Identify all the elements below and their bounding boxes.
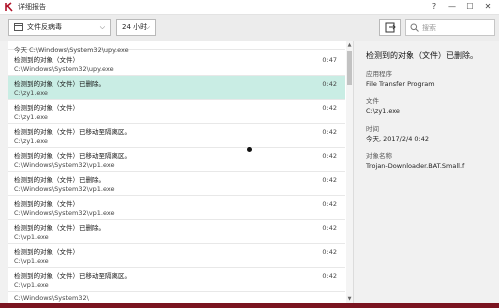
event-path: C:\Windows\System32\ <box>14 294 89 302</box>
scroll-up-icon[interactable]: ▲ <box>346 41 353 49</box>
event-list[interactable]: 今天 C:\Windows\System32\upy.exe 检测到的对象（文件… <box>8 41 354 303</box>
event-time: 0:42 <box>322 200 337 208</box>
detail-title: 检测到的对象（文件）已删除。 <box>366 51 478 60</box>
help-button[interactable]: ? <box>425 0 443 14</box>
event-row[interactable]: C:\Windows\System32\ <box>8 292 345 303</box>
event-row[interactable]: 检测到的对象（文件） C:\vp1.exe 0:42 <box>8 244 345 268</box>
event-title: 检测到的对象（文件） <box>14 200 79 208</box>
event-time: 0:47 <box>322 56 337 64</box>
event-path: C:\zy1.exe <box>14 89 48 97</box>
event-time: 0:42 <box>322 152 337 160</box>
event-row[interactable]: 检测到的对象（文件）已删除。 C:\Windows\System32\vp1.e… <box>8 172 345 196</box>
kaspersky-logo-icon <box>4 2 14 12</box>
event-row[interactable]: 检测到的对象（文件） C:\zy1.exe 0:42 <box>8 100 345 124</box>
close-button[interactable]: ✕ <box>479 0 497 14</box>
search-icon <box>410 23 419 32</box>
report-window: 详细报告 ? — ☐ ✕ 文件反病毒 ⌵ 24 小时 ⌵ 搜索 今天 C:\Wi… <box>0 0 499 303</box>
scroll-down-icon[interactable]: ▼ <box>346 295 353 303</box>
event-row[interactable]: 今天 C:\Windows\System32\upy.exe <box>8 41 345 54</box>
event-row[interactable]: 检测到的对象（文件）已移动至隔离区。 C:\Windows\System32\v… <box>8 148 345 172</box>
event-path: C:\Windows\System32\vp1.exe <box>14 161 115 169</box>
event-path: C:\zy1.exe <box>14 137 48 145</box>
list-scrollbar[interactable]: ▲ ▼ <box>346 41 353 303</box>
event-title: 检测到的对象（文件） <box>14 104 79 112</box>
maximize-button[interactable]: ☐ <box>461 0 479 14</box>
event-path: C:\Windows\System32\vp1.exe <box>14 185 115 193</box>
event-time: 0:42 <box>322 272 337 280</box>
event-row[interactable]: 检测到的对象（文件）已移动至隔离区。 C:\zy1.exe 0:42 <box>8 124 345 148</box>
event-row[interactable]: 检测到的对象（文件）已移动至隔离区。 C:\vp1.exe 0:42 <box>8 268 345 292</box>
event-path: C:\vp1.exe <box>14 233 49 241</box>
event-title: 检测到的对象（文件）已移动至隔离区。 <box>14 272 131 280</box>
period-dropdown[interactable]: 24 小时 ⌵ <box>116 19 156 36</box>
folder-icon <box>14 23 23 31</box>
event-title: 检测到的对象（文件）已删除。 <box>14 176 105 184</box>
detail-value-application: File Transfer Program <box>366 80 435 88</box>
event-row[interactable]: 检测到的对象（文件）已删除。 C:\vp1.exe 0:42 <box>8 220 345 244</box>
detail-label-time: 时间 <box>366 125 379 133</box>
event-path: C:\Windows\System32\upy.exe <box>14 65 114 73</box>
detail-label-file: 文件 <box>366 97 379 105</box>
detail-value-file: C:\zy1.exe <box>366 107 400 115</box>
event-title: 检测到的对象（文件）已删除。 <box>14 80 105 88</box>
detail-value-time: 今天, 2017/2/4 0:42 <box>366 135 429 143</box>
event-row[interactable]: 检测到的对象（文件） C:\Windows\System32\upy.exe 0… <box>8 52 345 76</box>
search-box[interactable] <box>405 19 495 36</box>
event-path: C:\vp1.exe <box>14 281 49 289</box>
scroll-thumb[interactable] <box>347 51 352 85</box>
detail-label-application: 应用程序 <box>366 70 392 78</box>
event-time: 0:42 <box>322 224 337 232</box>
component-filter-dropdown[interactable]: 文件反病毒 ⌵ <box>8 19 111 36</box>
event-time: 0:42 <box>322 248 337 256</box>
export-button[interactable] <box>379 19 401 36</box>
event-title: 检测到的对象（文件）已删除。 <box>14 224 105 232</box>
export-icon <box>385 22 396 33</box>
event-title: 检测到的对象（文件）已移动至隔离区。 <box>14 128 131 136</box>
event-path: C:\zy1.exe <box>14 113 48 121</box>
detail-value-object-name: Trojan-Downloader.BAT.Small.f <box>366 162 465 170</box>
component-filter-value: 文件反病毒 <box>27 23 62 31</box>
event-row[interactable]: 检测到的对象（文件） C:\Windows\System32\vp1.exe 0… <box>8 196 345 220</box>
event-path: C:\vp1.exe <box>14 257 49 265</box>
event-time: 0:42 <box>322 80 337 88</box>
period-value: 24 小时 <box>122 23 148 31</box>
detail-label-object-name: 对象名称 <box>366 152 392 160</box>
event-title: 检测到的对象（文件） <box>14 56 79 64</box>
toolbar: 文件反病毒 ⌵ 24 小时 ⌵ <box>0 15 499 41</box>
event-path: C:\Windows\System32\vp1.exe <box>14 209 115 217</box>
chevron-down-icon: ⌵ <box>144 23 150 31</box>
event-time: 0:42 <box>322 128 337 136</box>
event-time: 0:42 <box>322 104 337 112</box>
title-bar: 详细报告 ? — ☐ ✕ <box>0 0 499 15</box>
event-time: 0:42 <box>322 176 337 184</box>
event-title: 检测到的对象（文件） <box>14 248 79 256</box>
search-input[interactable] <box>422 21 492 34</box>
chevron-down-icon: ⌵ <box>99 23 105 31</box>
minimize-button[interactable]: — <box>443 0 461 14</box>
event-title: 检测到的对象（文件）已移动至隔离区。 <box>14 152 131 160</box>
window-title: 详细报告 <box>18 3 46 11</box>
event-row-selected[interactable]: 检测到的对象（文件）已删除。 C:\zy1.exe 0:42 <box>8 76 345 100</box>
mouse-cursor <box>247 147 252 152</box>
detail-panel: 检测到的对象（文件）已删除。 应用程序 File Transfer Progra… <box>356 41 499 303</box>
